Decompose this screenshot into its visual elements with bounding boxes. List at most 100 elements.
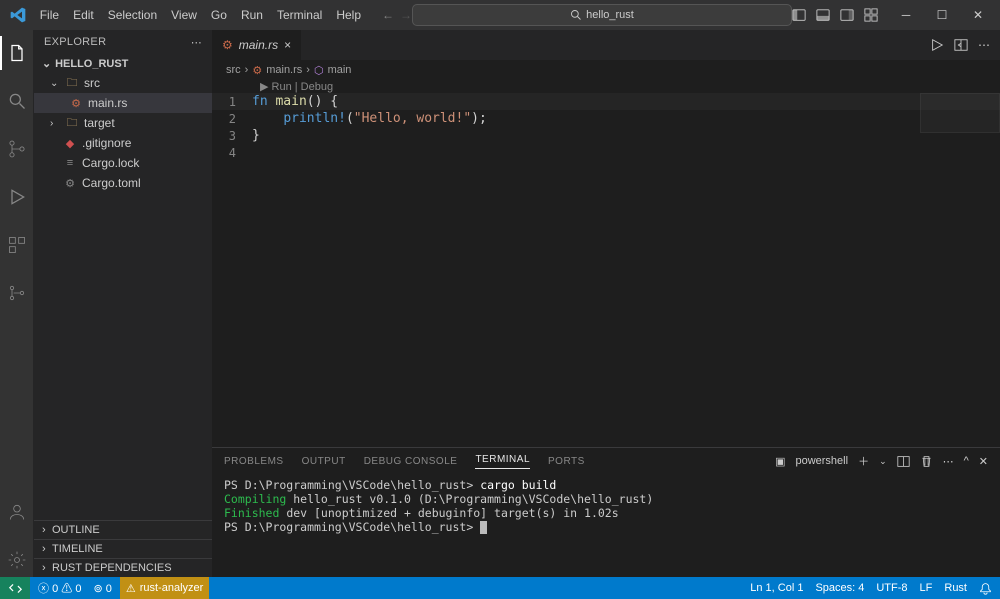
- codelens-run-debug[interactable]: ▶ Run | Debug: [212, 80, 1000, 93]
- toggle-primary-sidebar-icon[interactable]: [792, 8, 806, 22]
- radio-icon: ⊚: [93, 583, 102, 595]
- gitignore-file-icon: ◆: [62, 137, 78, 150]
- terminal-new-icon[interactable]: ＋: [858, 453, 869, 469]
- terminal-shell-label[interactable]: powershell: [795, 455, 848, 467]
- menu-view[interactable]: View: [164, 4, 204, 26]
- more-actions-icon[interactable]: ⋯: [978, 38, 990, 52]
- window-close-icon[interactable]: ✕: [960, 0, 996, 30]
- terminal-kill-icon[interactable]: [920, 455, 933, 468]
- line-number: 4: [212, 146, 252, 160]
- explorer-title: EXPLORER: [44, 36, 106, 48]
- editor-tabs: ⚙ main.rs × ⋯: [212, 30, 1000, 60]
- toggle-panel-icon[interactable]: [816, 8, 830, 22]
- terminal-shell-icon[interactable]: ▣: [775, 455, 785, 468]
- terminal-split-icon[interactable]: [897, 455, 910, 468]
- status-encoding[interactable]: UTF-8: [876, 582, 907, 594]
- tree-folder-src[interactable]: ⌄🗀 src: [34, 73, 212, 93]
- status-problems[interactable]: ⓧ 0 ⚠ 0 ⊚ 0: [30, 577, 120, 599]
- warning-triangle-icon: ⚠: [126, 582, 136, 595]
- lock-file-icon: ≡: [62, 157, 78, 169]
- panel-more-icon[interactable]: ⋯: [943, 455, 954, 468]
- code-editor[interactable]: 1 fn main() { 2 println!("Hello, world!"…: [212, 93, 1000, 447]
- panel-tab-ports[interactable]: PORTS: [548, 456, 585, 467]
- status-notifications-icon[interactable]: [979, 582, 992, 595]
- rust-file-icon: ⚙: [222, 38, 233, 52]
- command-center[interactable]: hello_rust: [412, 4, 792, 26]
- status-remote-icon[interactable]: [0, 577, 30, 599]
- activity-settings-icon[interactable]: [0, 543, 34, 577]
- activity-bar: [0, 30, 34, 577]
- nav-forward-icon[interactable]: →: [400, 8, 412, 22]
- tree-file-cargotoml[interactable]: ⚙ Cargo.toml: [34, 173, 212, 193]
- tree-label: Cargo.lock: [82, 156, 139, 170]
- section-outline[interactable]: ›OUTLINE: [34, 520, 212, 539]
- line-number: 2: [212, 112, 252, 126]
- customize-layout-icon[interactable]: [864, 8, 878, 22]
- tab-mainrs[interactable]: ⚙ main.rs ×: [212, 30, 302, 60]
- panel-close-icon[interactable]: ✕: [979, 455, 988, 468]
- toggle-secondary-sidebar-icon[interactable]: [840, 8, 854, 22]
- rust-file-icon: ⚙: [252, 64, 262, 77]
- activity-run-debug-icon[interactable]: [0, 180, 34, 214]
- section-rust-deps[interactable]: ›RUST DEPENDENCIES: [34, 558, 212, 577]
- menu-edit[interactable]: Edit: [66, 4, 101, 26]
- menu-bar: File Edit Selection View Go Run Terminal…: [33, 4, 368, 26]
- status-rust-analyzer[interactable]: ⚠ rust-analyzer: [120, 577, 209, 599]
- minimap[interactable]: [920, 93, 1000, 133]
- bottom-panel: PROBLEMS OUTPUT DEBUG CONSOLE TERMINAL P…: [212, 447, 1000, 577]
- panel-maximize-icon[interactable]: ^: [964, 455, 969, 467]
- tree-file-mainrs[interactable]: ⚙ main.rs: [34, 93, 212, 113]
- activity-source-control-icon[interactable]: [0, 132, 34, 166]
- panel-tab-problems[interactable]: PROBLEMS: [224, 456, 284, 467]
- activity-explorer-icon[interactable]: [0, 36, 34, 70]
- menu-file[interactable]: File: [33, 4, 66, 26]
- tree-folder-target[interactable]: ›🗀 target: [34, 113, 212, 133]
- editor-area: ⚙ main.rs × ⋯ src › ⚙ main.rs › ⬡ main ▶…: [212, 30, 1000, 577]
- status-radio[interactable]: ⊚ 0: [93, 582, 111, 595]
- menu-selection[interactable]: Selection: [101, 4, 164, 26]
- status-language[interactable]: Rust: [944, 582, 967, 594]
- split-editor-icon[interactable]: [954, 38, 968, 52]
- panel-tab-output[interactable]: OUTPUT: [302, 456, 346, 467]
- activity-extensions-icon[interactable]: [0, 228, 34, 262]
- explorer-more-icon[interactable]: ⋯: [191, 36, 202, 49]
- tree-file-gitignore[interactable]: ◆ .gitignore: [34, 133, 212, 153]
- panel-tab-terminal[interactable]: TERMINAL: [475, 454, 530, 469]
- explorer-sidebar: EXPLORER ⋯ ⌄ HELLO_RUST ⌄🗀 src ⚙ main.rs…: [34, 30, 212, 577]
- tree-label: target: [84, 116, 115, 130]
- status-indentation[interactable]: Spaces: 4: [815, 582, 864, 594]
- warning-icon: ⚠: [61, 583, 72, 595]
- run-file-icon[interactable]: [930, 38, 944, 52]
- tab-close-icon[interactable]: ×: [284, 38, 291, 52]
- tree-file-cargolock[interactable]: ≡ Cargo.lock: [34, 153, 212, 173]
- project-header[interactable]: ⌄ HELLO_RUST: [34, 54, 212, 73]
- nav-buttons: ← →: [382, 8, 412, 22]
- menu-terminal[interactable]: Terminal: [270, 4, 329, 26]
- nav-back-icon[interactable]: ←: [382, 8, 394, 22]
- menu-help[interactable]: Help: [329, 4, 368, 26]
- command-center-text: hello_rust: [586, 9, 634, 21]
- menu-go[interactable]: Go: [204, 4, 234, 26]
- window-controls: ─ ☐ ✕: [888, 0, 996, 30]
- status-bar: ⓧ 0 ⚠ 0 ⊚ 0 ⚠ rust-analyzer Ln 1, Col 1 …: [0, 577, 1000, 599]
- terminal[interactable]: PS D:\Programming\VSCode\hello_rust> car…: [212, 474, 1000, 577]
- activity-search-icon[interactable]: [0, 84, 34, 118]
- folder-icon: 🗀: [64, 114, 80, 133]
- activity-accounts-icon[interactable]: [0, 495, 34, 529]
- breadcrumb-segment[interactable]: main.rs: [266, 64, 302, 76]
- panel-tabs: PROBLEMS OUTPUT DEBUG CONSOLE TERMINAL P…: [212, 448, 1000, 474]
- terminal-dropdown-icon[interactable]: ⌄: [879, 456, 887, 467]
- main-area: EXPLORER ⋯ ⌄ HELLO_RUST ⌄🗀 src ⚙ main.rs…: [0, 30, 1000, 577]
- status-cursor-position[interactable]: Ln 1, Col 1: [750, 582, 803, 594]
- breadcrumb-segment[interactable]: main: [328, 64, 352, 76]
- line-number: 1: [212, 95, 252, 109]
- section-timeline[interactable]: ›TIMELINE: [34, 539, 212, 558]
- breadcrumb[interactable]: src › ⚙ main.rs › ⬡ main: [212, 60, 1000, 80]
- window-minimize-icon[interactable]: ─: [888, 0, 924, 30]
- breadcrumb-segment[interactable]: src: [226, 64, 241, 76]
- panel-tab-debug-console[interactable]: DEBUG CONSOLE: [364, 456, 458, 467]
- menu-run[interactable]: Run: [234, 4, 270, 26]
- activity-testing-icon[interactable]: [0, 276, 34, 310]
- window-maximize-icon[interactable]: ☐: [924, 0, 960, 30]
- status-eol[interactable]: LF: [920, 582, 933, 594]
